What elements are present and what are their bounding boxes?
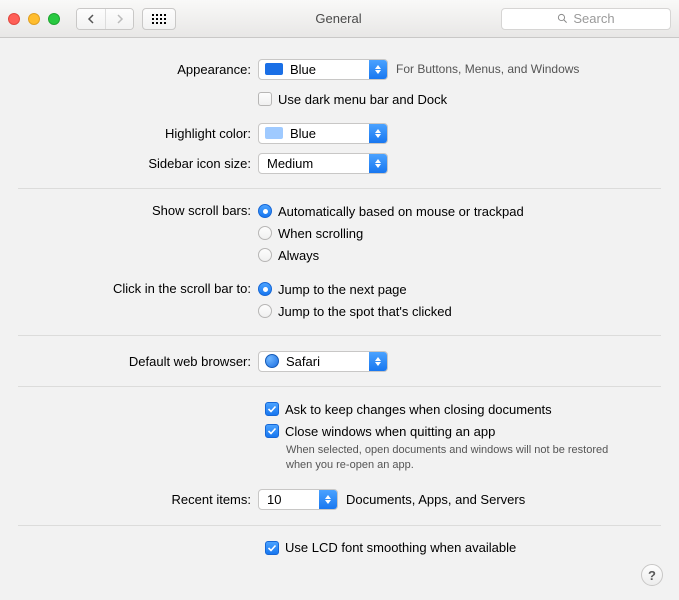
separator (18, 188, 661, 189)
sidebar-icon-value: Medium (259, 156, 335, 171)
separator (18, 335, 661, 336)
scroll-bars-option-always[interactable]: Always (258, 245, 524, 265)
popup-arrows-icon (319, 490, 337, 509)
back-button[interactable] (77, 9, 105, 29)
zoom-window-button[interactable] (48, 13, 60, 25)
scroll-bars-option-scrolling[interactable]: When scrolling (258, 223, 524, 243)
forward-button[interactable] (105, 9, 133, 29)
scroll-bars-radio-scrolling[interactable] (258, 226, 272, 240)
safari-icon (265, 354, 279, 368)
ask-keep-checkbox-row[interactable]: Ask to keep changes when closing documen… (265, 399, 661, 419)
appearance-value: Blue (288, 62, 338, 77)
chevron-left-icon (86, 14, 96, 24)
dark-mode-checkbox-row[interactable]: Use dark menu bar and Dock (258, 89, 447, 109)
scroll-bars-group: Automatically based on mouse or trackpad… (258, 201, 524, 267)
sidebar-icon-label: Sidebar icon size: (18, 156, 258, 171)
popup-arrows-icon (369, 124, 387, 143)
font-smoothing-checkbox-row[interactable]: Use LCD font smoothing when available (265, 538, 661, 558)
recent-items-label: Recent items: (18, 492, 258, 507)
minimize-window-button[interactable] (28, 13, 40, 25)
nav-back-forward (76, 8, 134, 30)
click-scroll-label: Click in the scroll bar to: (18, 279, 258, 296)
content: Appearance: Blue For Buttons, Menus, and… (0, 38, 679, 578)
window-title: General (184, 11, 493, 26)
highlight-label: Highlight color: (18, 126, 258, 141)
appearance-note: For Buttons, Menus, and Windows (396, 61, 579, 77)
click-scroll-group: Jump to the next page Jump to the spot t… (258, 279, 452, 323)
close-window-button[interactable] (8, 13, 20, 25)
highlight-value: Blue (288, 126, 338, 141)
close-windows-label: Close windows when quitting an app (285, 424, 495, 439)
click-scroll-radio-spot[interactable] (258, 304, 272, 318)
default-browser-label: Default web browser: (18, 354, 258, 369)
close-windows-checkbox[interactable] (265, 424, 279, 438)
search-field[interactable]: Search (501, 8, 671, 30)
separator (18, 386, 661, 387)
help-icon: ? (648, 568, 656, 583)
font-smoothing-label: Use LCD font smoothing when available (285, 540, 516, 555)
window-controls (8, 13, 60, 25)
font-smoothing-checkbox[interactable] (265, 541, 279, 555)
default-browser-value: Safari (284, 354, 342, 369)
default-browser-popup[interactable]: Safari (258, 351, 388, 372)
scroll-bars-option-auto[interactable]: Automatically based on mouse or trackpad (258, 201, 524, 221)
scroll-bars-radio-auto[interactable] (258, 204, 272, 218)
recent-items-note: Documents, Apps, and Servers (346, 492, 525, 507)
click-scroll-option-next[interactable]: Jump to the next page (258, 279, 452, 299)
close-windows-checkbox-row[interactable]: Close windows when quitting an app (265, 421, 661, 441)
toolbar: General Search (0, 0, 679, 38)
preferences-window: General Search Appearance: Blue For Butt… (0, 0, 679, 600)
scroll-bars-label: Show scroll bars: (18, 201, 258, 218)
close-windows-note: When selected, open documents and window… (278, 443, 631, 473)
appearance-label: Appearance: (18, 62, 258, 77)
dark-mode-checkbox[interactable] (258, 92, 272, 106)
popup-arrows-icon (369, 60, 387, 79)
appearance-swatch (265, 63, 283, 75)
search-icon (557, 13, 568, 24)
highlight-swatch (265, 127, 283, 139)
popup-arrows-icon (369, 154, 387, 173)
help-button[interactable]: ? (641, 564, 663, 586)
ask-keep-checkbox[interactable] (265, 402, 279, 416)
show-all-button[interactable] (142, 8, 176, 30)
click-scroll-radio-next[interactable] (258, 282, 272, 296)
scroll-bars-radio-always[interactable] (258, 248, 272, 262)
sidebar-icon-popup[interactable]: Medium (258, 153, 388, 174)
ask-keep-label: Ask to keep changes when closing documen… (285, 402, 552, 417)
appearance-popup[interactable]: Blue (258, 59, 388, 80)
highlight-popup[interactable]: Blue (258, 123, 388, 144)
search-placeholder: Search (573, 11, 614, 26)
dark-mode-label: Use dark menu bar and Dock (278, 92, 447, 107)
chevron-right-icon (115, 14, 125, 24)
recent-items-popup[interactable]: 10 (258, 489, 338, 510)
recent-items-value: 10 (259, 492, 303, 507)
grid-icon (152, 14, 166, 24)
separator (18, 525, 661, 526)
popup-arrows-icon (369, 352, 387, 371)
click-scroll-option-spot[interactable]: Jump to the spot that's clicked (258, 301, 452, 321)
